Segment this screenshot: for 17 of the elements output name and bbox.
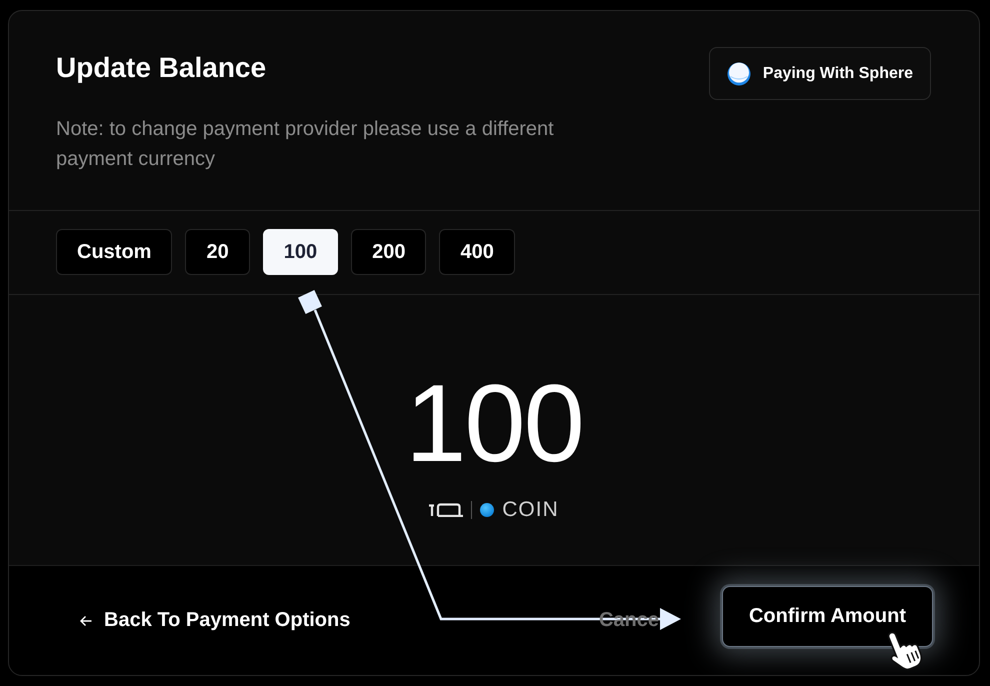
amount-value: 100 [405, 369, 583, 479]
hand-cursor-icon [888, 632, 922, 670]
amount-preset-button[interactable]: 20 [185, 229, 250, 275]
sphere-icon [726, 62, 751, 86]
note-text: Note: to change payment provider please use a different payment currency [56, 117, 555, 172]
amount-preset-button[interactable]: 100 [262, 229, 338, 275]
provider-button[interactable]: Paying With Sphere [708, 47, 931, 100]
brand-logo-icon [429, 503, 464, 517]
amount-preset-button[interactable]: 200 [351, 229, 426, 275]
arrow-left-icon [80, 614, 92, 626]
coin-dot-icon [480, 503, 494, 517]
back-link[interactable]: Back To Payment Options [80, 609, 350, 632]
currency-label: COIN [502, 499, 559, 521]
dialog-title: Update Balance [56, 51, 266, 85]
amount-preset-button[interactable]: Custom [56, 229, 172, 275]
confirm-amount-button[interactable]: Confirm Amount [722, 586, 933, 647]
amount-preset-button[interactable]: 400 [439, 229, 515, 275]
